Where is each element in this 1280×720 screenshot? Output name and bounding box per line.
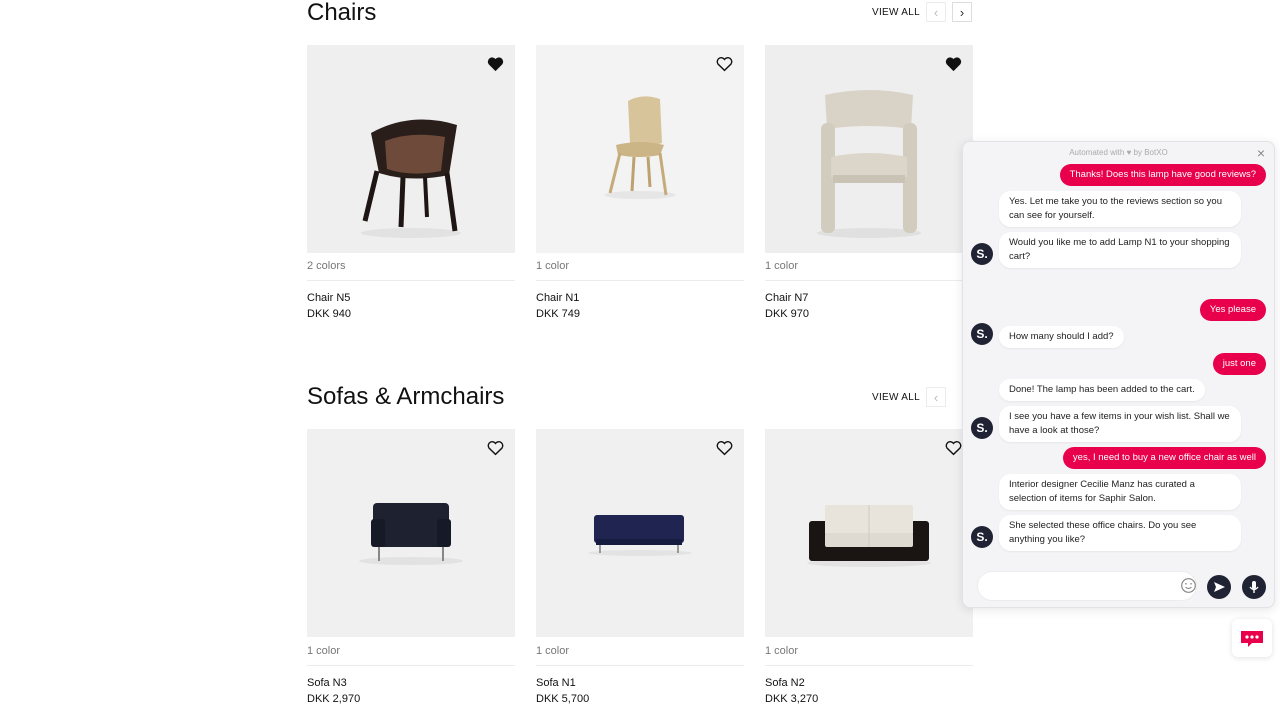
product-colors: 2 colors [307, 260, 346, 272]
sofas-prev-button[interactable]: ‹ [926, 387, 946, 407]
product-card-chair-n5[interactable]: 2 colors Chair N5 DKK 940 [307, 45, 515, 325]
product-colors: 1 color [765, 260, 799, 272]
chairs-next-button[interactable]: › [952, 2, 972, 22]
view-all-chairs-link[interactable]: VIEW ALL [872, 7, 920, 18]
chat-message-bot: How many should I add? [999, 326, 1124, 348]
send-icon [1214, 582, 1225, 592]
chat-bubble-icon [1241, 631, 1263, 647]
divider [765, 280, 973, 281]
microphone-icon [1249, 581, 1259, 593]
chat-message-user: Thanks! Does this lamp have good reviews… [1059, 164, 1266, 186]
product-name[interactable]: Sofa N3 [307, 677, 347, 689]
divider [536, 280, 744, 281]
chair-image [817, 90, 921, 238]
product-card-sofa-n2[interactable]: 1 color Sofa N2 DKK 3,270 [765, 429, 973, 719]
chat-widget: Automated with ♥ by BotXO × Thanks! Does… [962, 141, 1275, 608]
wishlist-heart-icon[interactable] [716, 56, 733, 72]
wishlist-heart-icon[interactable] [487, 56, 504, 72]
product-card-chair-n1[interactable]: 1 color Chair N1 DKK 749 [536, 45, 744, 325]
chat-message-bot: Done! The lamp has been added to the car… [999, 379, 1205, 401]
product-name[interactable]: Chair N7 [765, 292, 808, 304]
product-name[interactable]: Chair N1 [536, 292, 579, 304]
wishlist-heart-icon[interactable] [716, 440, 733, 456]
chair-image [361, 119, 461, 238]
chat-message-bot: Would you like me to add Lamp N1 to your… [999, 232, 1241, 268]
product-image[interactable] [765, 45, 973, 253]
microphone-button[interactable] [1242, 575, 1266, 599]
bot-avatar: S. [971, 323, 993, 345]
divider [536, 665, 744, 666]
product-price: DKK 2,970 [307, 693, 361, 705]
product-name[interactable]: Sofa N2 [765, 677, 805, 689]
chair-image [604, 96, 676, 199]
product-price: DKK 5,700 [536, 693, 590, 705]
section-title-chairs: Chairs [307, 0, 377, 26]
product-image[interactable] [536, 429, 744, 637]
bot-avatar: S. [971, 526, 993, 548]
chat-message-bot: She selected these office chairs. Do you… [999, 515, 1241, 551]
product-image[interactable] [536, 45, 744, 253]
chat-message-input[interactable] [977, 571, 1197, 601]
chat-message-bot: I see you have a few items in your wish … [999, 406, 1241, 442]
wishlist-heart-icon[interactable] [945, 56, 962, 72]
product-colors: 1 color [307, 645, 341, 657]
bot-avatar: S. [971, 417, 993, 439]
send-button[interactable] [1207, 575, 1231, 599]
chevron-left-icon: ‹ [933, 4, 939, 20]
sofa-image [588, 515, 692, 556]
product-price: DKK 970 [765, 308, 810, 320]
divider [307, 665, 515, 666]
chat-message-user: Yes please [1199, 299, 1266, 321]
chat-message-bot: Interior designer Cecilie Manz has curat… [999, 474, 1241, 510]
product-colors: 1 color [536, 645, 570, 657]
armchair-image [359, 503, 463, 565]
chairs-prev-button[interactable]: ‹ [926, 2, 946, 22]
divider [765, 665, 973, 666]
chairs-section: Chairs VIEW ALL ‹ › 2 colors Chair N5 DK… [307, 0, 973, 330]
product-image[interactable] [765, 429, 973, 637]
chat-toggle-button[interactable] [1232, 619, 1272, 657]
product-card-chair-n7[interactable]: 1 color Chair N7 DKK 970 [765, 45, 973, 325]
product-price: DKK 940 [307, 308, 352, 320]
product-colors: 1 color [536, 260, 570, 272]
wishlist-heart-icon[interactable] [487, 440, 504, 456]
chat-message-user: yes, I need to buy a new office chair as… [1062, 447, 1266, 469]
product-image[interactable] [307, 45, 515, 253]
product-image[interactable] [307, 429, 515, 637]
divider [307, 280, 515, 281]
sofas-section: Sofas & Armchairs VIEW ALL ‹ 1 color Sof… [307, 380, 973, 720]
sofa-image [807, 505, 931, 567]
chevron-right-icon: › [959, 4, 965, 20]
product-price: DKK 749 [536, 308, 581, 320]
emoji-icon[interactable] [1180, 577, 1197, 594]
chevron-left-icon: ‹ [933, 389, 939, 405]
product-name[interactable]: Sofa N1 [536, 677, 576, 689]
chat-message-bot: Yes. Let me take you to the reviews sect… [999, 191, 1241, 227]
wishlist-heart-icon[interactable] [945, 440, 962, 456]
bot-avatar: S. [971, 243, 993, 265]
product-colors: 1 color [765, 645, 799, 657]
section-title-sofas: Sofas & Armchairs [307, 383, 505, 410]
product-card-sofa-n3[interactable]: 1 color Sofa N3 DKK 2,970 [307, 429, 515, 719]
product-card-sofa-n1[interactable]: 1 color Sofa N1 DKK 5,700 [536, 429, 744, 719]
chat-message-user: just one [1212, 353, 1266, 375]
product-price: DKK 3,270 [765, 693, 819, 705]
chat-header-credit: Automated with ♥ by BotXO [1069, 148, 1168, 157]
product-name[interactable]: Chair N5 [307, 292, 350, 304]
close-icon[interactable]: × [1254, 146, 1268, 160]
view-all-sofas-link[interactable]: VIEW ALL [872, 392, 920, 403]
